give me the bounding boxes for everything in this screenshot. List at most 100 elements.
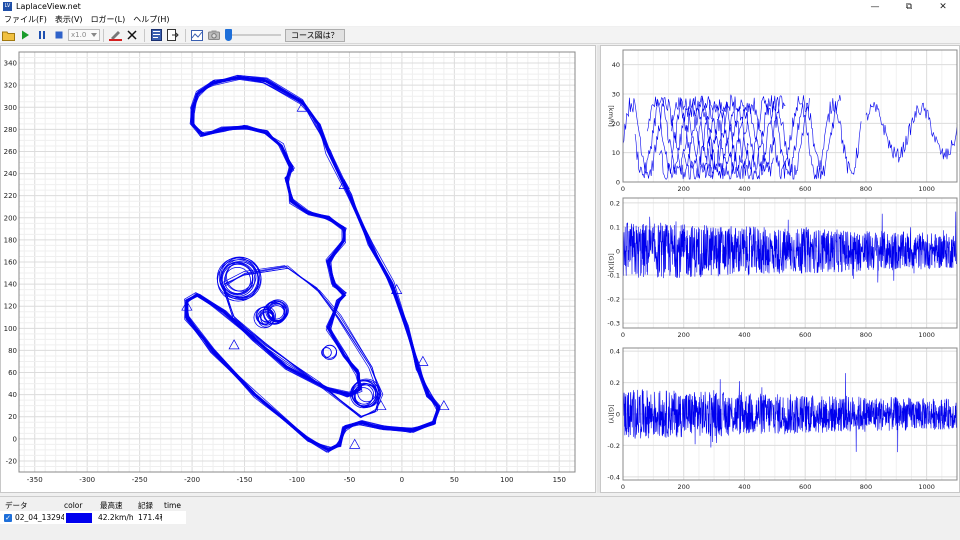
document-icon	[150, 29, 162, 41]
export-icon	[167, 29, 179, 41]
open-folder-button[interactable]	[0, 28, 16, 43]
y-tick-label: 340	[4, 60, 17, 68]
play-button[interactable]	[17, 28, 33, 43]
pause-button[interactable]	[34, 28, 50, 43]
x-tick-label: -350	[27, 476, 43, 484]
close-button[interactable]: ✕	[926, 0, 960, 13]
x-tick-label: 0	[400, 476, 404, 484]
x-tick-label: 600	[799, 185, 811, 193]
clear-button[interactable]	[124, 28, 140, 43]
y-axis-label: [G](X)	[607, 253, 615, 273]
x-tick-label: 1000	[918, 185, 935, 193]
data-grid: データ color 最高速 記録 time ✓ 02_04_132949 42.…	[0, 496, 960, 540]
plot-grid	[19, 51, 575, 473]
y-tick-label: -0.3	[607, 320, 620, 328]
menu-file[interactable]: ファイル(F)	[0, 14, 51, 25]
toolbar-separator	[103, 28, 104, 42]
row-record: 171.4秒	[138, 513, 162, 522]
chart-button[interactable]	[189, 28, 205, 43]
row-data-name: 02_04_132949	[15, 513, 64, 522]
course-map-button[interactable]: コース図は？	[285, 28, 345, 42]
y-tick-label: 100	[4, 325, 17, 333]
y-tick-label: -20	[6, 457, 17, 465]
header-data[interactable]: データ	[0, 500, 60, 511]
header-color[interactable]: color	[60, 501, 93, 510]
pen-icon	[108, 31, 122, 41]
menu-help[interactable]: ヘルプ(H)	[129, 14, 173, 25]
x-tick-label: -250	[132, 476, 148, 484]
x-tick-label: 200	[678, 331, 690, 339]
x-tick-label: 600	[799, 483, 811, 491]
x-tick-label: 800	[860, 185, 872, 193]
y-tick-label: 80	[8, 347, 17, 355]
close-x-icon	[127, 30, 137, 40]
report-button[interactable]	[148, 28, 164, 43]
x-tick-label: -50	[344, 476, 355, 484]
play-icon	[21, 30, 29, 40]
x-tick-label: 800	[860, 483, 872, 491]
y-axis-label: [G](Y)	[607, 404, 615, 423]
title-bar: LV LaplaceView.net — ⧉ ✕	[0, 0, 960, 13]
playback-position-slider[interactable]	[225, 28, 283, 42]
course-trace	[181, 74, 450, 453]
x-tick-label: 200	[678, 483, 690, 491]
x-tick-label: 0	[621, 483, 625, 491]
header-record[interactable]: 記録	[132, 500, 159, 511]
y-tick-label: 40	[612, 61, 620, 69]
y-tick-label: 160	[4, 259, 17, 267]
slider-thumb[interactable]	[225, 29, 232, 41]
time-series-charts: 0102030400 200 400 600 800 1000[km/h]-0.3-0.2…	[607, 49, 958, 491]
spin-loop	[322, 344, 338, 360]
x-tick-label: -150	[237, 476, 253, 484]
app-logo-icon: LV	[3, 2, 12, 11]
y-tick-label: -0.2	[607, 296, 620, 304]
camera-button[interactable]	[206, 28, 222, 43]
y-tick-label: -0.4	[607, 473, 620, 481]
course-map-plot[interactable]: -350 -300 -250 -200 -150 -100 -50 0 50 100 150 -20…	[1, 46, 595, 492]
y-tick-label: 180	[4, 236, 17, 244]
data-grid-header: データ color 最高速 記録 time	[0, 499, 186, 511]
x-tick-label: 150	[553, 476, 566, 484]
pen-button[interactable]	[107, 28, 123, 43]
chart-gx: -0.3-0.2-0.100.10.20 200 400 600 800 1000[G](…	[607, 197, 958, 339]
table-row[interactable]: ✓ 02_04_132949 42.2km/h 171.4秒	[0, 511, 186, 524]
menu-bar: ファイル(F) 表示(V) ロガー(L) ヘルプ(H)	[0, 13, 960, 26]
y-tick-label: 0.4	[610, 348, 620, 356]
x-tick-label: -300	[79, 476, 95, 484]
row-max-speed: 42.2km/h	[98, 513, 134, 522]
minimize-button[interactable]: —	[858, 0, 892, 13]
folder-icon	[1, 31, 15, 41]
maximize-button[interactable]: ⧉	[892, 0, 926, 13]
x-tick-label: 0	[621, 185, 625, 193]
y-tick-label: 40	[8, 391, 17, 399]
menu-logger[interactable]: ロガー(L)	[87, 14, 130, 25]
x-tick-label: -200	[184, 476, 200, 484]
slider-track	[227, 34, 281, 36]
x-tick-label: -100	[289, 476, 305, 484]
header-time[interactable]: time	[159, 501, 186, 510]
chevron-down-icon	[91, 33, 97, 37]
y-tick-label: 240	[4, 170, 17, 178]
x-tick-label: 1000	[918, 331, 935, 339]
y-tick-label: 0.2	[610, 379, 620, 387]
y-tick-label: 320	[4, 82, 17, 90]
row-checkbox[interactable]: ✓	[4, 513, 12, 522]
course-map-panel[interactable]: -350 -300 -250 -200 -150 -100 -50 0 50 100 150 -20…	[0, 45, 596, 493]
y-axis-label: [km/h]	[607, 105, 615, 126]
row-color-swatch[interactable]	[66, 512, 92, 523]
stop-button[interactable]	[51, 28, 67, 43]
menu-view[interactable]: 表示(V)	[51, 14, 87, 25]
camera-icon	[208, 30, 220, 40]
y-axis-ticks: -20 0 20 40 60 80 100 120 140 160 180 200 220 240 260 2…	[4, 60, 17, 466]
y-tick-label: -0.2	[607, 442, 620, 450]
toolbar: x1.0 コース図は？	[0, 27, 960, 44]
y-tick-label: 20	[8, 413, 17, 421]
window-title: LaplaceView.net	[16, 2, 81, 11]
header-max-speed[interactable]: 最高速	[93, 500, 132, 511]
y-tick-label: 260	[4, 148, 17, 156]
playback-speed-select[interactable]: x1.0	[68, 29, 100, 41]
y-tick-label: 60	[8, 369, 17, 377]
export-button[interactable]	[165, 28, 181, 43]
toolbar-separator	[185, 28, 186, 42]
y-tick-label: 0	[616, 179, 620, 187]
